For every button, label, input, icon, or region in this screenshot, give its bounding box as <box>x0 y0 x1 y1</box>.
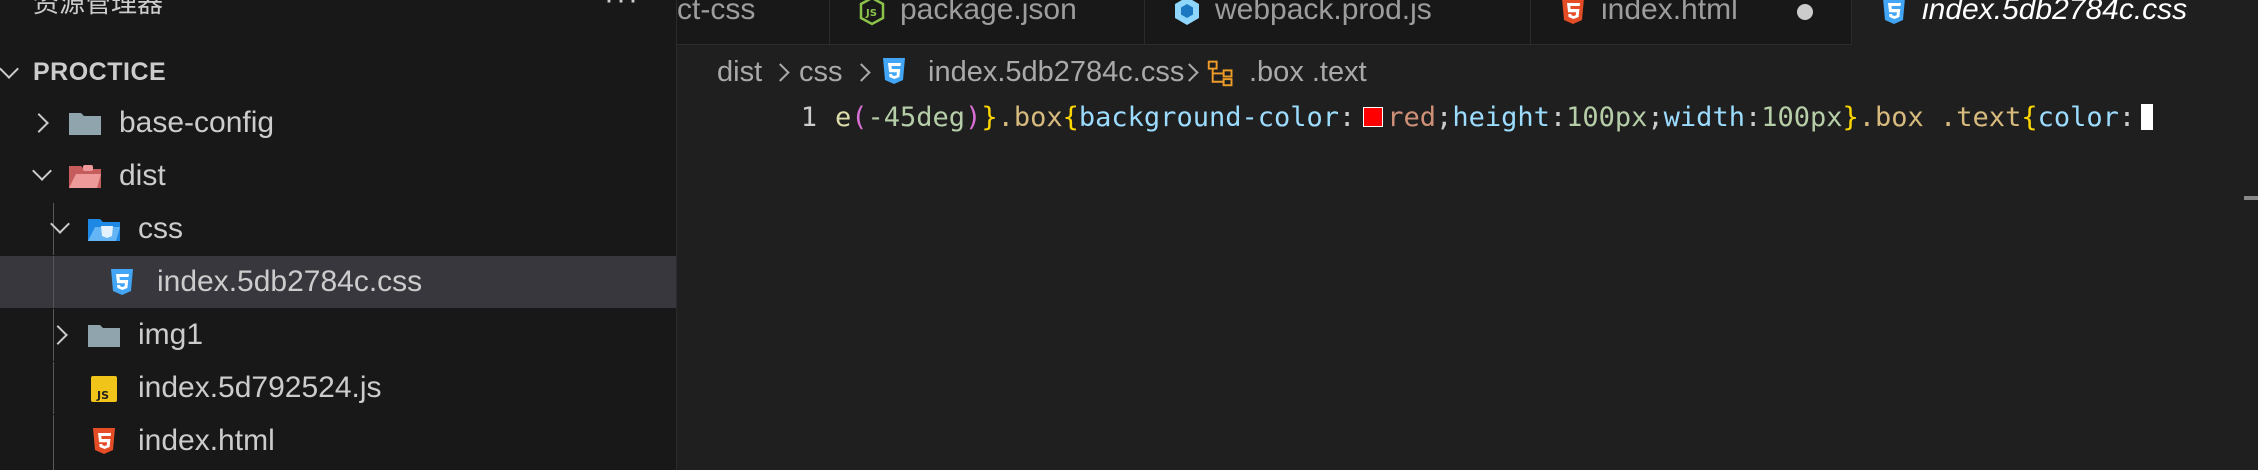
tab-index-css[interactable]: index.5db2784c.css <box>1852 0 2258 46</box>
tab-package-json[interactable]: JS package.json <box>830 0 1145 44</box>
tab-label: ct-css <box>677 0 756 26</box>
explorer-header: 资源管理器 ··· <box>0 0 676 26</box>
html5-icon <box>1562 0 1584 24</box>
tree-item-base-config[interactable]: base-config <box>0 97 676 149</box>
unsaved-dot-icon[interactable] <box>1797 4 1813 20</box>
folder-icon <box>69 113 101 135</box>
vscode-window: 资源管理器 ··· PROCTICE base-config dist <box>0 0 2258 470</box>
folder-open-css-icon <box>88 219 120 241</box>
overview-ruler-mark <box>2244 196 2258 200</box>
tree-item-label: base-config <box>119 106 275 139</box>
tab-label: index.html <box>1601 0 1738 26</box>
tree-item-index-html[interactable]: index.html <box>0 415 676 470</box>
javascript-icon: JS <box>91 376 117 402</box>
color-swatch-icon[interactable] <box>1363 107 1384 127</box>
workspace-section-header[interactable]: PROCTICE <box>0 52 676 90</box>
chevron-right-icon <box>852 63 871 82</box>
breadcrumb: dist css index.5db2784c.css .box .text <box>717 52 2217 92</box>
code-token: } <box>1842 102 1859 133</box>
code-token: color <box>2037 102 2119 133</box>
code-token: { <box>2021 102 2038 133</box>
tab-label: package.json <box>900 0 1077 26</box>
tree-item-label: index.html <box>138 424 275 457</box>
tree-item-label: css <box>138 212 183 245</box>
code-token: ( <box>851 102 868 133</box>
editor-area: ct-css JS package.json webpack.prod.js i… <box>677 0 2258 470</box>
code-token: } <box>981 102 998 133</box>
text-cursor <box>2141 104 2154 130</box>
explorer-title: 资源管理器 <box>33 0 164 18</box>
tree-item-label: index.5db2784c.css <box>157 265 423 298</box>
breadcrumb-item-file[interactable]: index.5db2784c.css <box>928 54 1184 90</box>
tab-index-html[interactable]: index.html <box>1531 0 1852 44</box>
css3-icon <box>1883 0 1905 24</box>
breadcrumb-item-symbol[interactable]: .box .text <box>1249 54 1367 90</box>
code-token: : <box>1339 102 1356 133</box>
chevron-right-icon <box>771 63 790 82</box>
code-token: 100px <box>1566 102 1648 133</box>
indent-guide <box>53 415 54 470</box>
breadcrumb-item-dist[interactable]: dist <box>717 54 762 90</box>
code-token: 100px <box>1761 102 1843 133</box>
chevron-down-icon <box>32 161 52 181</box>
symbol-class-icon <box>1207 60 1233 87</box>
tree-item-css[interactable]: css <box>0 203 676 255</box>
line-number: 1 <box>800 102 817 133</box>
tree-item-label: dist <box>119 159 166 192</box>
code-token: width <box>1663 102 1745 133</box>
tab-webpack-prod-js[interactable]: webpack.prod.js <box>1145 0 1531 44</box>
tree-item-label: img1 <box>138 318 204 351</box>
tree-item-index-css[interactable]: index.5db2784c.css <box>0 256 676 308</box>
svg-text:JS: JS <box>96 389 109 402</box>
editor-tab-bar: ct-css JS package.json webpack.prod.js i… <box>677 0 2258 46</box>
html5-icon <box>93 428 115 454</box>
chevron-right-icon <box>48 325 68 345</box>
tab-label: index.5db2784c.css <box>1922 0 2188 26</box>
code-token: height <box>1452 102 1550 133</box>
code-token: ; <box>1647 102 1664 133</box>
indent-guide <box>53 203 54 255</box>
code-token: : <box>1744 102 1762 133</box>
svg-text:JS: JS <box>865 8 877 19</box>
chevron-right-icon <box>29 113 49 133</box>
css3-icon <box>111 269 133 295</box>
code-token: : <box>1549 102 1567 133</box>
code-token: .box .text <box>1858 102 2022 133</box>
tree-item-label: index.5d792524.js <box>138 371 382 404</box>
workspace-title: PROCTICE <box>33 58 167 86</box>
code-token: -45deg <box>867 102 966 133</box>
tree-item-img1[interactable]: img1 <box>0 309 676 361</box>
webpack-icon <box>1175 0 1199 25</box>
code-token: ) <box>965 102 982 133</box>
code-token: ; <box>1436 102 1453 133</box>
tree-item-dist[interactable]: dist <box>0 150 676 202</box>
code-token: e <box>835 102 852 133</box>
code-token: : <box>2118 102 2136 133</box>
folder-open-icon <box>69 165 101 188</box>
code-text[interactable]: e(-45deg)}.box{background-color: red;heig… <box>835 100 2154 136</box>
code-line[interactable]: 1 e(-45deg)}.box{background-color: red;he… <box>677 98 2258 200</box>
breadcrumb-item-css[interactable]: css <box>799 54 843 90</box>
more-actions-icon[interactable]: ··· <box>604 0 640 15</box>
tab-ct-css[interactable]: ct-css <box>677 0 830 44</box>
chevron-down-icon <box>0 59 19 79</box>
folder-icon <box>88 325 120 347</box>
tab-label: webpack.prod.js <box>1215 0 1432 26</box>
code-token: { <box>1062 102 1079 133</box>
tree-item-index-js[interactable]: JS index.5d792524.js <box>0 362 676 414</box>
indent-guide <box>53 362 54 414</box>
code-token: background-color <box>1078 102 1339 133</box>
code-token: red <box>1387 102 1437 133</box>
indent-guide <box>53 256 54 308</box>
node-icon: JS <box>859 0 885 26</box>
code-token: .box <box>997 102 1063 133</box>
explorer-sidebar: 资源管理器 ··· PROCTICE base-config dist <box>0 0 677 470</box>
css3-icon <box>883 58 905 84</box>
